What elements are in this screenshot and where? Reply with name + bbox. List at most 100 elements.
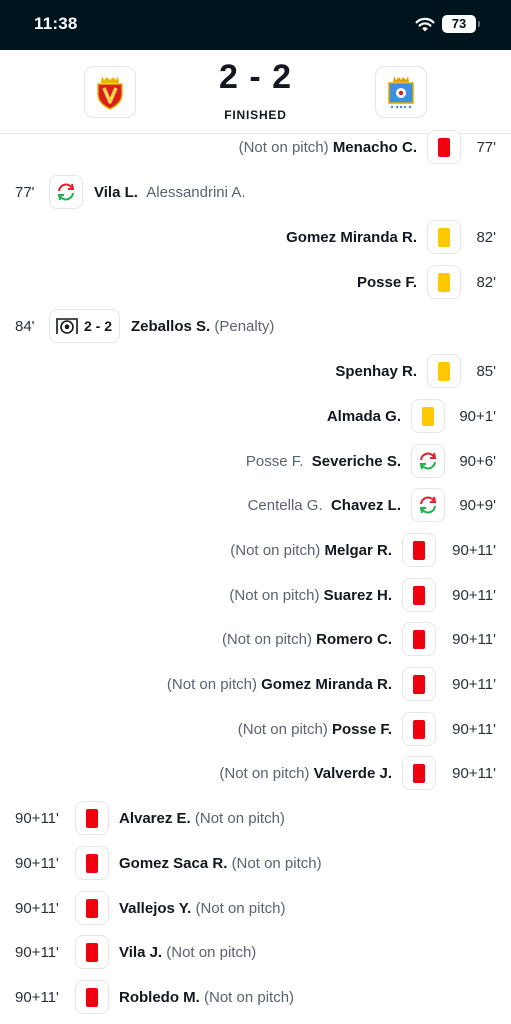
event-row[interactable]: 90+11' Alvarez E. (Not on pitch) [0, 798, 511, 838]
event-text: Vallejos Y. (Not on pitch) [119, 900, 286, 917]
event-row[interactable]: Almada G. 90+1' [0, 396, 511, 436]
event-row[interactable]: 90+11' Vila J. (Not on pitch) [0, 932, 511, 972]
event-text: (Not on pitch) Romero C. [222, 631, 392, 648]
match-score: 2 - 2 [218, 58, 293, 96]
event-row[interactable]: (Not on pitch) Gomez Miranda R. 90+11' [0, 664, 511, 704]
wifi-icon [415, 17, 435, 32]
event-minute: 90+11' [15, 944, 59, 961]
event-row[interactable]: Centella G. Chavez L. 90+9' [0, 485, 511, 525]
event-minute: 90+9' [459, 497, 496, 514]
event-text: Gomez Saca R. (Not on pitch) [119, 855, 322, 872]
event-text: Robledo M. (Not on pitch) [119, 989, 294, 1006]
event-text: Gomez Miranda R. [286, 229, 417, 246]
event-text: Spenhay R. [335, 363, 417, 380]
event-row[interactable]: (Not on pitch) Menacho C. 77' [0, 127, 511, 167]
event-minute: 84' [15, 318, 35, 335]
event-player: Severiche S. [311, 453, 401, 470]
event-note: (Penalty) [214, 318, 275, 335]
event-text: Posse F. Severiche S. [246, 453, 401, 470]
event-text: (Not on pitch) Valverde J. [219, 765, 392, 782]
event-row[interactable]: (Not on pitch) Suarez H. 90+11' [0, 575, 511, 615]
event-player: Gomez Miranda R. [261, 676, 392, 693]
event-row[interactable]: Gomez Miranda R. 82' [0, 217, 511, 257]
event-player: Posse F. [331, 721, 392, 738]
red-card-icon [75, 891, 109, 925]
event-note: Alessandrini A. [146, 184, 246, 201]
away-team-crest[interactable] [375, 66, 427, 118]
yellow-card-icon [427, 220, 461, 254]
substitution-icon [411, 444, 445, 478]
red-card-icon [402, 622, 436, 656]
event-minute: 90+6' [459, 453, 496, 470]
red-card-icon [402, 712, 436, 746]
event-player: Spenhay R. [335, 363, 417, 380]
event-row[interactable]: (Not on pitch) Melgar R. 90+11' [0, 530, 511, 570]
event-minute: 77' [476, 139, 496, 156]
event-row[interactable]: 90+11' Gomez Saca R. (Not on pitch) [0, 843, 511, 883]
event-player: Gomez Saca R. [119, 855, 228, 872]
event-note: (Not on pitch) [230, 542, 321, 559]
event-note: Centella G. [247, 497, 323, 514]
red-card-icon [75, 846, 109, 880]
event-player: Suarez H. [323, 587, 392, 604]
goal-score: 2 - 2 [84, 318, 113, 334]
event-row[interactable]: Spenhay R. 85' [0, 351, 511, 391]
goal-indicator: 2 - 2 [49, 309, 120, 343]
event-note: (Not on pitch) [229, 587, 320, 604]
event-minute: 90+11' [452, 587, 496, 604]
event-row[interactable]: (Not on pitch) Romero C. 90+11' [0, 619, 511, 659]
event-minute: 82' [476, 274, 496, 291]
event-minute: 90+11' [452, 765, 496, 782]
event-row[interactable]: 90+11' Robledo M. (Not on pitch) [0, 977, 511, 1017]
event-note: (Not on pitch) [231, 855, 322, 872]
event-note: Posse F. [245, 453, 304, 470]
event-minute: 90+11' [452, 542, 496, 559]
away-crest-icon [388, 76, 414, 109]
red-card-icon [402, 756, 436, 790]
battery-indicator: 73 [442, 15, 480, 33]
event-note: (Not on pitch) [194, 810, 285, 827]
event-row[interactable]: 77' Vila L. Alessandrini A. [0, 172, 511, 212]
event-minute: 85' [476, 363, 496, 380]
red-card-icon [427, 130, 461, 164]
yellow-card-icon [411, 399, 445, 433]
event-player: Alvarez E. [119, 810, 191, 827]
event-row[interactable]: Posse F. 82' [0, 262, 511, 302]
status-time: 11:38 [34, 14, 78, 33]
yellow-card-icon [427, 265, 461, 299]
event-row[interactable]: (Not on pitch) Posse F. 90+11' [0, 709, 511, 749]
event-minute: 77' [15, 184, 35, 201]
event-minute: 90+11' [15, 989, 59, 1006]
event-note: (Not on pitch) [166, 676, 257, 693]
event-minute: 90+11' [15, 855, 59, 872]
event-player: Vila L. [94, 184, 138, 201]
status-bar: 11:38 73 [0, 0, 511, 50]
event-row[interactable]: 90+11' Vallejos Y. (Not on pitch) [0, 888, 511, 928]
event-player: Valverde J. [313, 765, 392, 782]
event-note: (Not on pitch) [195, 900, 286, 917]
red-card-icon [402, 667, 436, 701]
event-note: (Not on pitch) [237, 721, 328, 738]
event-minute: 90+1' [459, 408, 496, 425]
event-player: Vallejos Y. [119, 900, 192, 917]
event-minute: 82' [476, 229, 496, 246]
event-text: (Not on pitch) Posse F. [238, 721, 392, 738]
event-row[interactable]: (Not on pitch) Valverde J. 90+11' [0, 753, 511, 793]
event-player: Menacho C. [332, 139, 417, 156]
event-minute: 90+11' [15, 810, 59, 827]
event-player: Gomez Miranda R. [286, 229, 417, 246]
event-text: Almada G. [327, 408, 401, 425]
event-text: (Not on pitch) Suarez H. [229, 587, 392, 604]
event-text: Alvarez E. (Not on pitch) [119, 810, 285, 827]
red-card-icon [402, 533, 436, 567]
event-player: Chavez L. [330, 497, 401, 514]
event-minute: 90+11' [452, 721, 496, 738]
event-note: (Not on pitch) [166, 944, 257, 961]
event-row[interactable]: 84' 2 - 2 Zeballos S. (Penalty) [0, 306, 511, 346]
red-card-icon [75, 801, 109, 835]
event-note: (Not on pitch) [238, 139, 329, 156]
event-row[interactable]: Posse F. Severiche S. 90+6' [0, 441, 511, 481]
event-text: (Not on pitch) Gomez Miranda R. [167, 676, 392, 693]
event-text: Vila L. Alessandrini A. [94, 184, 246, 201]
event-text: Posse F. [357, 274, 417, 291]
